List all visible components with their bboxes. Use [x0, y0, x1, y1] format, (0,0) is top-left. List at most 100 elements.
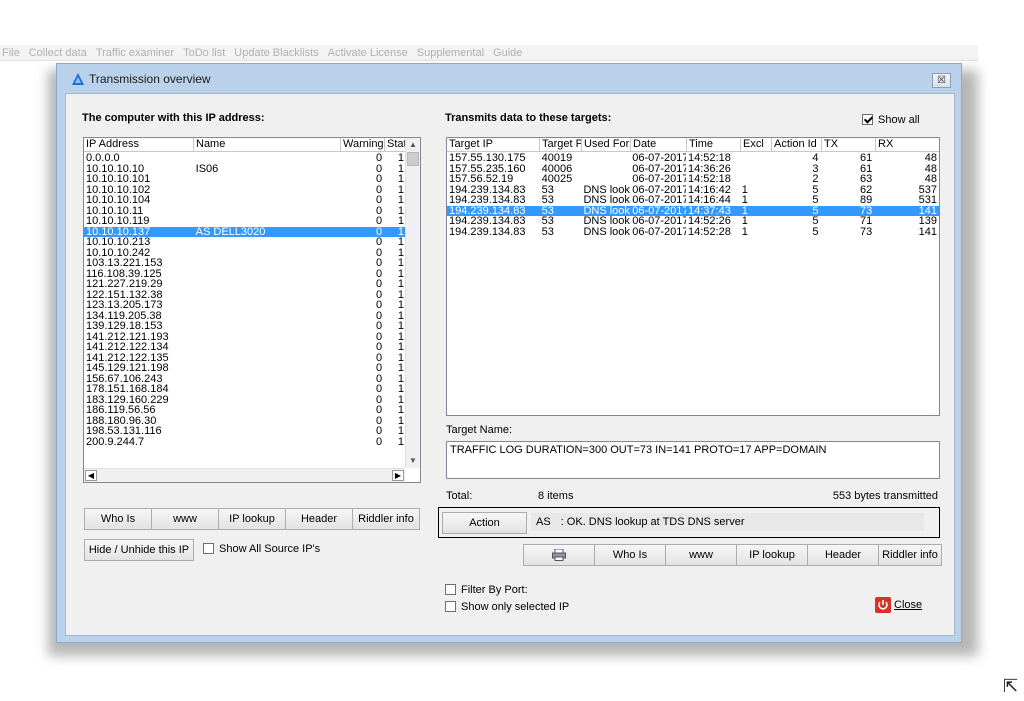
ip-table-row[interactable]: 200.9.244.7 0 1: [84, 437, 406, 448]
ip-table-cell: 1: [397, 300, 404, 311]
target-table-cell: 06-07-2017: [632, 216, 687, 227]
ip-table-row[interactable]: 141.212.122.135 0 1: [84, 353, 406, 364]
scroll-left-arrow-icon[interactable]: ◀: [85, 470, 97, 481]
ip-table-row[interactable]: 145.129.121.198 0 1: [84, 363, 406, 374]
menu-item-guide[interactable]: Guide: [493, 47, 522, 59]
target-table-row[interactable]: 157.55.235.160 40006 06-07-2017 14:36:26 3 61…: [447, 164, 939, 175]
ip-table-row[interactable]: 10.10.10.11 0 1: [84, 206, 406, 217]
left-riddler-info-button[interactable]: Riddler info: [352, 508, 420, 530]
ip-column-header[interactable]: Status: [385, 138, 407, 151]
ip-table-row[interactable]: 141.212.122.134 0 1: [84, 342, 406, 353]
ip-table-row[interactable]: 139.129.18.153 0 1: [84, 321, 406, 332]
ip-table-row[interactable]: 10.10.10.213 0 1: [84, 237, 406, 248]
left-ip-lookup-button[interactable]: IP lookup: [218, 508, 286, 530]
menu-item-file[interactable]: File: [2, 47, 20, 59]
menu-item-collect-data[interactable]: Collect data: [29, 47, 87, 59]
right-whois-button[interactable]: Who Is: [594, 544, 666, 566]
right-header-button[interactable]: Header: [807, 544, 879, 566]
menu-item-update-blacklists[interactable]: Update Blacklists: [234, 47, 318, 59]
target-column-header[interactable]: Date: [631, 138, 687, 151]
target-table-row[interactable]: 194.239.134.83 53 DNS lookup06-07-201714:1…: [447, 185, 939, 196]
ip-table-horizontal-scrollbar[interactable]: ◀ ▶: [84, 468, 405, 482]
ip-table-row[interactable]: 183.129.160.229 0 1: [84, 395, 406, 406]
ip-table-row[interactable]: 122.151.132.38 0 1: [84, 290, 406, 301]
targets-table-body[interactable]: 157.55.130.175 40019 06-07-2017 14:52:18 4 61…: [447, 153, 939, 237]
menu-item-supplemental[interactable]: Supplemental: [417, 47, 484, 59]
ip-table-row[interactable]: 116.108.39.125 0 1: [84, 269, 406, 280]
scroll-up-arrow-icon[interactable]: ▲: [406, 138, 420, 152]
ip-table-row[interactable]: 141.212.121.193 0 1: [84, 332, 406, 343]
ip-column-header[interactable]: Name: [194, 138, 341, 151]
print-button[interactable]: [523, 544, 595, 566]
target-column-header[interactable]: Excl: [741, 138, 772, 151]
show-only-selected-checkbox[interactable]: [445, 601, 456, 612]
ip-table-row[interactable]: 10.10.10.242 0 1: [84, 248, 406, 259]
ip-table-row[interactable]: 178.151.168.184 0 1: [84, 384, 406, 395]
target-table-row[interactable]: 194.239.134.83 53 DNS lookup06-07-201714:5…: [447, 227, 939, 238]
right-ip-lookup-button[interactable]: IP lookup: [736, 544, 808, 566]
target-column-header[interactable]: RX: [876, 138, 939, 151]
show-all-source-checkbox-row[interactable]: Show All Source IP's: [203, 543, 320, 555]
target-table-cell: 14:52:26: [688, 216, 731, 227]
close-button[interactable]: Close: [875, 597, 922, 613]
left-www-button[interactable]: www: [151, 508, 219, 530]
target-name-field[interactable]: TRAFFIC LOG DURATION=300 OUT=73 IN=141 P…: [446, 441, 940, 479]
target-table-row[interactable]: 157.56.52.19 40025 06-07-2017 14:52:18 2 63 48: [447, 174, 939, 185]
title-bar[interactable]: Transmission overview: [57, 64, 961, 93]
target-column-header[interactable]: Target IP: [447, 138, 540, 151]
target-table-row[interactable]: 194.239.134.83 53 DNS lookup06-07-201714:1…: [447, 195, 939, 206]
ip-table-row[interactable]: 0.0.0.0 0 1: [84, 153, 406, 164]
target-column-header[interactable]: Target Po: [540, 138, 582, 151]
show-all-checkbox-row[interactable]: Show all: [862, 114, 920, 126]
ip-table-vertical-scrollbar[interactable]: ▲ ▼: [405, 138, 420, 468]
ip-table-row[interactable]: 123.13.205.173 0 1: [84, 300, 406, 311]
filter-by-port-row[interactable]: Filter By Port:: [445, 584, 528, 596]
left-whois-button[interactable]: Who Is: [84, 508, 152, 530]
ip-table-row[interactable]: 10.10.10.119 0 1: [84, 216, 406, 227]
ip-table-row[interactable]: 103.13.221.153 0 1: [84, 258, 406, 269]
show-all-source-checkbox[interactable]: [203, 543, 214, 554]
ip-table-row[interactable]: 10.10.10.102 0 1: [84, 185, 406, 196]
hide-unhide-ip-button[interactable]: Hide / Unhide this IP: [84, 539, 194, 561]
ip-table-row[interactable]: 198.53.131.116 0 1: [84, 426, 406, 437]
target-column-header[interactable]: Used For: [582, 138, 631, 151]
target-table-row[interactable]: 157.55.130.175 40019 06-07-2017 14:52:18 4 61…: [447, 153, 939, 164]
show-all-checkbox[interactable]: [862, 114, 873, 125]
left-header-button[interactable]: Header: [285, 508, 353, 530]
ip-table-cell: IS06: [195, 163, 219, 174]
target-table-cell: 63: [860, 174, 873, 185]
target-column-header[interactable]: Time: [687, 138, 741, 151]
filter-by-port-checkbox[interactable]: [445, 584, 456, 595]
target-table-row[interactable]: 194.239.134.83 53 DNS lookup06-07-201714:3…: [447, 205, 939, 216]
ip-column-header[interactable]: IP Address: [84, 138, 194, 151]
ip-table-row[interactable]: 10.10.10.137 AS DELL3020 0 1: [84, 226, 406, 237]
ip-table-row[interactable]: 10.10.10.104 0 1: [84, 195, 406, 206]
scroll-down-arrow-icon[interactable]: ▼: [406, 454, 420, 468]
ip-table-row[interactable]: 10.10.10.101 0 1: [84, 174, 406, 185]
menu-item-todo-list[interactable]: ToDo list: [183, 47, 225, 59]
window-close-button[interactable]: ☒: [932, 73, 951, 88]
scroll-right-arrow-icon[interactable]: ▶: [392, 470, 404, 481]
ip-table-row[interactable]: 134.119.205.38 0 1: [84, 311, 406, 322]
target-column-header[interactable]: TX: [822, 138, 876, 151]
ip-table-row[interactable]: 156.67.106.243 0 1: [84, 374, 406, 385]
target-table-cell: 06-07-2017: [632, 153, 687, 164]
ip-address-table[interactable]: IP AddressNameWarningStatus 0.0.0.00110.…: [83, 137, 421, 483]
targets-table[interactable]: Target IPTarget PoUsed ForDateTimeExclAc…: [446, 137, 940, 416]
show-only-selected-row[interactable]: Show only selected IP: [445, 601, 569, 613]
ip-table-body[interactable]: 0.0.0.0 0 1 10.10.10.10 IS06 0 1 10.10.10.101 0 1…: [84, 153, 406, 447]
menu-item-traffic-examiner[interactable]: Traffic examiner: [96, 47, 174, 59]
ip-table-row[interactable]: 121.227.219.29 0 1: [84, 279, 406, 290]
menu-item-activate-license[interactable]: Activate License: [328, 47, 408, 59]
ip-column-header[interactable]: Warning: [341, 138, 385, 151]
right-riddler-info-button[interactable]: Riddler info: [878, 544, 942, 566]
right-www-button[interactable]: www: [665, 544, 737, 566]
ip-table-row[interactable]: 188.180.96.30 0 1: [84, 416, 406, 427]
scroll-thumb[interactable]: [407, 152, 419, 166]
action-button[interactable]: Action: [442, 512, 527, 534]
target-column-header[interactable]: Action Id: [772, 138, 822, 151]
ip-table-row[interactable]: 186.119.56.56 0 1: [84, 405, 406, 416]
target-table-row[interactable]: 194.239.134.83 53 DNS lookup06-07-201714:5…: [447, 216, 939, 227]
ip-table-cell: 0: [375, 153, 383, 164]
ip-table-row[interactable]: 10.10.10.10 IS06 0 1: [84, 164, 406, 175]
